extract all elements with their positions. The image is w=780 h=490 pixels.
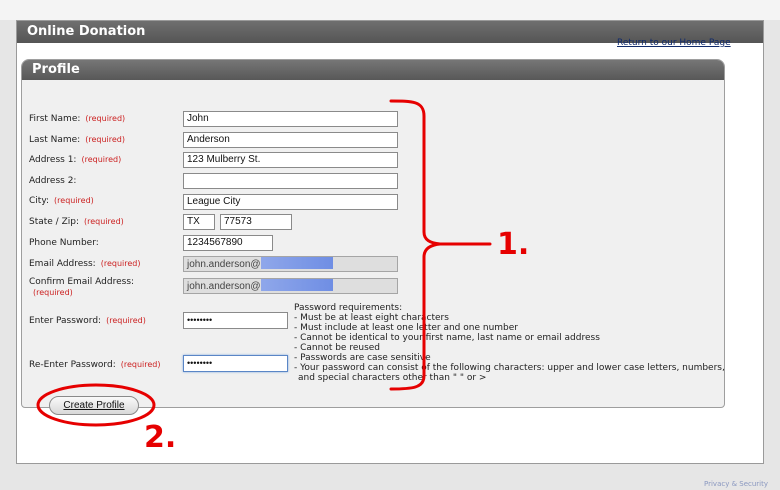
last-name-input[interactable]: Anderson xyxy=(183,132,398,148)
required-tag: (required) xyxy=(81,155,122,164)
required-tag: (required) xyxy=(85,114,126,123)
address2-input[interactable] xyxy=(183,173,398,189)
first-name-label: First Name: (required) xyxy=(29,114,126,124)
top-strip xyxy=(0,0,780,20)
password-input[interactable]: •••••••• xyxy=(183,312,288,329)
create-profile-label: Create Profile xyxy=(63,400,125,411)
address2-label: Address 2: xyxy=(29,176,77,186)
redacted-email-domain xyxy=(260,257,333,269)
required-tag: (required) xyxy=(84,217,124,226)
email-label: Email Address: (required) xyxy=(29,259,141,269)
confirm-email-input[interactable]: john.anderson@ xyxy=(183,278,398,294)
email-text: john.anderson@ xyxy=(187,259,261,270)
required-tag: (required) xyxy=(33,288,73,297)
create-profile-button[interactable]: Create Profile xyxy=(49,396,139,415)
required-tag: (required) xyxy=(54,196,94,205)
phone-label: Phone Number: xyxy=(29,238,99,248)
privacy-security-link[interactable]: Privacy & Security xyxy=(704,480,768,488)
city-label: City: (required) xyxy=(29,196,94,206)
enter-password-label: Enter Password: (required) xyxy=(29,316,146,326)
state-input[interactable]: TX xyxy=(183,214,215,230)
profile-title: Profile xyxy=(22,60,724,80)
address1-label: Address 1: (required) xyxy=(29,155,122,165)
phone-input[interactable]: 1234567890 xyxy=(183,235,273,251)
zip-input[interactable]: 77573 xyxy=(220,214,292,230)
step-1-label: 1. xyxy=(497,227,530,262)
required-tag: (required) xyxy=(85,135,125,144)
address1-input[interactable]: 123 Mulberry St. xyxy=(183,152,398,168)
reenter-password-label: Re-Enter Password: (required) xyxy=(29,360,161,370)
city-input[interactable]: League City xyxy=(183,194,398,210)
first-name-input[interactable]: John xyxy=(183,111,398,127)
return-home-link[interactable]: Return to our Home Page xyxy=(617,38,731,48)
step-2-label: 2. xyxy=(144,420,177,455)
last-name-label: Last Name: (required) xyxy=(29,135,125,145)
confirm-email-label: Confirm Email Address: (required) xyxy=(29,277,135,297)
password-requirements: Password requirements: - Must be at leas… xyxy=(294,303,725,383)
reenter-password-input[interactable]: •••••••• xyxy=(183,355,288,372)
required-tag: (required) xyxy=(106,316,146,325)
confirm-email-text: john.anderson@ xyxy=(187,281,261,292)
email-input[interactable]: john.anderson@ xyxy=(183,256,398,272)
state-zip-label: State / Zip: (required) xyxy=(29,217,124,227)
required-tag: (required) xyxy=(100,259,141,268)
required-tag: (required) xyxy=(120,360,161,369)
redacted-email-domain xyxy=(260,279,333,291)
